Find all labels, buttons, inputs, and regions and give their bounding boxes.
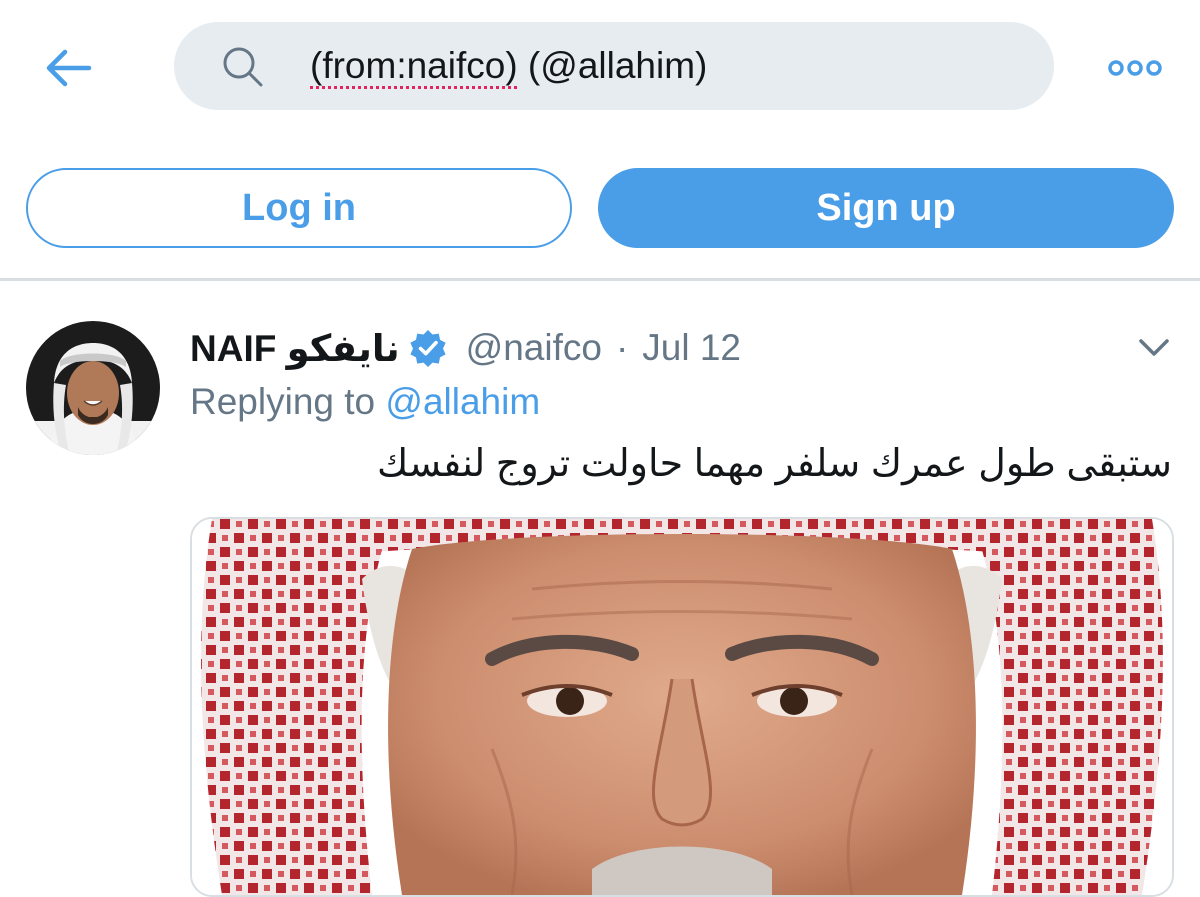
replying-to-prefix: Replying to — [190, 381, 386, 422]
replying-to-link[interactable]: @allahim — [385, 381, 540, 422]
avatar[interactable] — [26, 321, 160, 455]
user-handle[interactable]: @naifco — [466, 327, 602, 369]
more-options-icon — [1108, 60, 1162, 76]
avatar-image — [26, 321, 160, 455]
login-button[interactable]: Log in — [26, 168, 572, 248]
search-query-rest: (@allahim) — [517, 45, 708, 86]
more-options-button[interactable] — [1100, 48, 1170, 88]
tweet[interactable]: NAIF نايفكو @naifco · Jul 12 Replying to… — [0, 281, 1200, 897]
tweet-media-image[interactable] — [190, 517, 1174, 897]
separator-dot: · — [615, 327, 629, 368]
signup-button[interactable]: Sign up — [598, 168, 1174, 248]
chevron-down-icon[interactable] — [1136, 333, 1172, 361]
tweet-date[interactable]: Jul 12 — [642, 327, 741, 369]
display-name[interactable]: NAIF نايفكو — [190, 327, 400, 370]
back-arrow-icon — [46, 49, 92, 87]
tweet-text: ستبقى طول عمرك سلفر مهما حاولت تروج لنفس… — [377, 443, 1172, 485]
top-bar: (from:naifco) (@allahim) — [0, 0, 1200, 140]
search-input[interactable]: (from:naifco) (@allahim) — [310, 22, 707, 110]
search-icon — [223, 47, 263, 87]
verified-badge-icon — [410, 330, 446, 367]
search-field[interactable]: (from:naifco) (@allahim) — [174, 22, 1054, 110]
tweet-header: NAIF نايفكو @naifco · Jul 12 — [190, 323, 741, 373]
replying-to-line: Replying to @allahim — [190, 381, 540, 423]
back-button[interactable] — [40, 44, 96, 92]
search-query-misspelled-part: (from:naifco) — [310, 45, 518, 86]
photo-content — [192, 519, 1172, 895]
auth-buttons: Log in Sign up — [0, 168, 1200, 250]
